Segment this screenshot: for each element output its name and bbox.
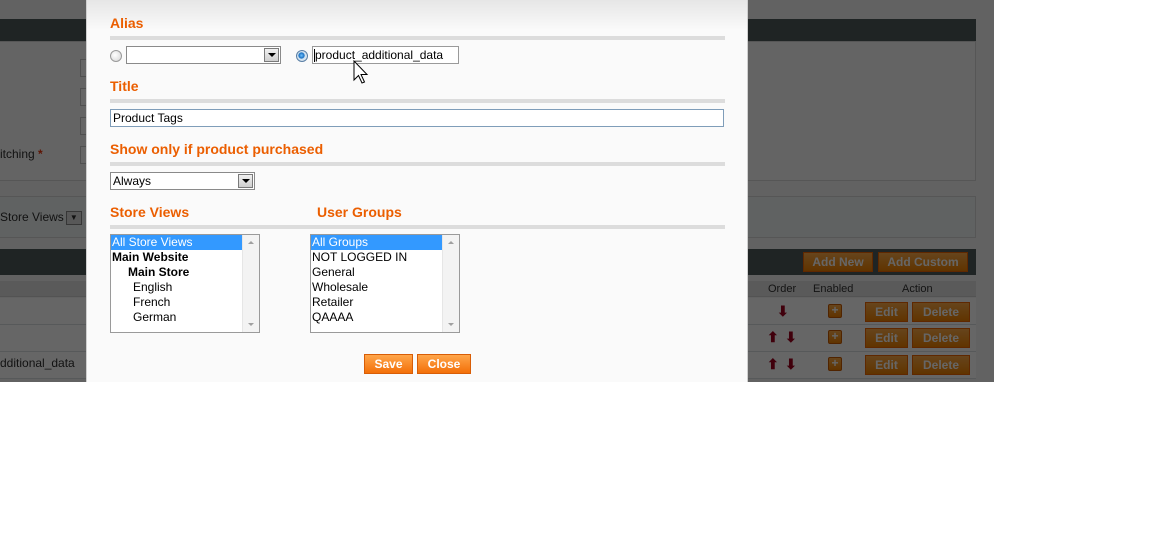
chevron-down-icon — [238, 174, 253, 188]
title-input-value: Product Tags — [113, 111, 183, 125]
store-view-option[interactable]: German — [111, 310, 242, 325]
text-caret — [314, 49, 315, 62]
store-views-listbox[interactable]: All Store Views Main Website Main Store Eng… — [110, 234, 260, 333]
edit-tab-dialog: Alias product_additional_data Title Prod… — [86, 0, 748, 382]
close-button[interactable]: Close — [417, 354, 471, 374]
save-button[interactable]: Save — [364, 354, 413, 374]
section-divider — [110, 162, 725, 166]
chevron-down-icon — [264, 48, 279, 62]
dialog-top-fade — [87, 0, 747, 30]
store-view-option[interactable]: French — [111, 295, 242, 310]
user-group-option[interactable]: Retailer — [311, 295, 442, 310]
alias-heading: Alias — [110, 15, 144, 31]
scrollbar[interactable] — [442, 235, 459, 332]
scroll-up-icon[interactable] — [448, 241, 454, 244]
store-view-option[interactable]: Main Store — [111, 265, 242, 280]
user-group-option[interactable]: QAAAA — [311, 310, 442, 325]
purchased-select[interactable]: Always — [110, 172, 255, 190]
purchased-heading: Show only if product purchased — [110, 141, 324, 157]
alias-text-radio[interactable] — [296, 50, 308, 62]
section-divider — [110, 225, 725, 229]
user-group-option[interactable]: NOT LOGGED IN — [311, 250, 442, 265]
section-divider — [110, 36, 725, 40]
user-group-option[interactable]: Wholesale — [311, 280, 442, 295]
store-view-option[interactable]: English — [111, 280, 242, 295]
user-group-option[interactable]: All Groups — [311, 235, 442, 250]
alias-select[interactable] — [126, 46, 281, 64]
scroll-down-icon[interactable] — [448, 323, 454, 326]
user-groups-listbox[interactable]: All Groups NOT LOGGED IN General Wholesale R… — [310, 234, 460, 333]
alias-text-input[interactable]: product_additional_data — [312, 46, 459, 64]
alias-text-value: product_additional_data — [315, 48, 444, 62]
user-group-option[interactable]: General — [311, 265, 442, 280]
title-input[interactable]: Product Tags — [110, 109, 724, 127]
alias-select-radio[interactable] — [110, 50, 122, 62]
section-divider — [110, 99, 725, 103]
scroll-up-icon[interactable] — [248, 241, 254, 244]
title-heading: Title — [110, 78, 139, 94]
user-groups-heading: User Groups — [317, 204, 402, 220]
store-view-option[interactable]: All Store Views — [111, 235, 242, 250]
mouse-pointer-icon — [353, 60, 369, 84]
store-views-heading: Store Views — [110, 204, 190, 220]
scroll-down-icon[interactable] — [248, 323, 254, 326]
store-view-option[interactable]: Main Website — [111, 250, 242, 265]
scrollbar[interactable] — [242, 235, 259, 332]
purchased-select-value: Always — [113, 174, 152, 188]
